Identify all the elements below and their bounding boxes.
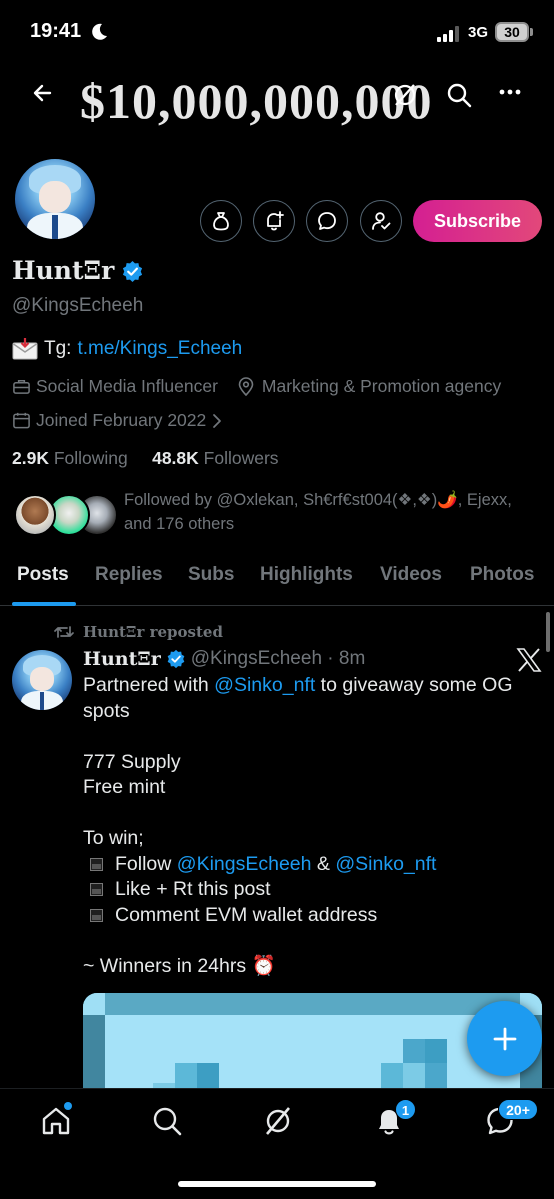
person-check-icon — [372, 212, 391, 230]
post-author-avatar[interactable] — [12, 650, 72, 710]
post-handle-time: @KingsEcheeh · 8m — [190, 648, 366, 669]
battery-nub — [530, 28, 533, 36]
repost-label[interactable]: HuntΞr reposted — [83, 623, 223, 641]
followers-count: 48.8K — [152, 448, 199, 468]
followed-by-text[interactable]: Followed by @Oxlekan, Sh€rf€st004(❖,❖)🌶️… — [124, 488, 524, 536]
profile-display-name: HuntΞr — [12, 256, 115, 285]
black-square-bullet-icon — [90, 908, 103, 922]
network-label: 3G — [468, 24, 489, 41]
compose-post-button[interactable] — [467, 1001, 542, 1076]
post-header: HuntΞr @KingsEcheeh · 8m — [83, 648, 365, 670]
calendar-icon — [13, 412, 30, 429]
tab-photos[interactable]: Photos — [470, 564, 534, 586]
search-icon[interactable] — [446, 82, 472, 108]
post-text-line: spots — [83, 699, 130, 722]
scrollbar[interactable] — [546, 612, 550, 652]
bio-telegram-link[interactable]: t.me/Kings_Echeeh — [77, 338, 242, 360]
post-text-line: ~ Winners in 24hrs ⏰ — [83, 954, 276, 977]
post-text-segment: Follow — [115, 852, 177, 875]
more-options-icon[interactable] — [498, 88, 522, 96]
header-title: $10,000,000,000 — [80, 73, 433, 129]
chevron-right-icon — [213, 413, 222, 428]
profile-tabs: Posts Replies Subs Highlights Videos Pho… — [0, 556, 554, 606]
post-text-line: Free mint — [83, 776, 166, 798]
post-author-name[interactable]: HuntΞr — [83, 648, 161, 670]
tab-replies[interactable]: Replies — [95, 564, 163, 586]
followers-label: Followers — [203, 448, 279, 468]
profile-location: Marketing & Promotion agency — [261, 376, 502, 396]
grok-icon[interactable] — [392, 82, 418, 108]
post-text-line: 777 Supply — [83, 750, 181, 773]
black-square-bullet-icon — [90, 883, 103, 896]
post-text-line: To win; — [83, 827, 144, 849]
following-count: 2.9K — [12, 448, 49, 468]
verified-badge-icon[interactable] — [121, 260, 144, 283]
notifications-badge: 1 — [395, 1099, 416, 1120]
post-text-segment: Comment EVM wallet address — [115, 903, 378, 926]
follower-avatar — [14, 494, 56, 536]
location-pin-icon — [238, 376, 254, 396]
tab-subs[interactable]: Subs — [188, 564, 234, 586]
tab-highlights[interactable]: Highlights — [260, 564, 353, 586]
followers-link[interactable]: 48.8K Followers — [152, 448, 278, 468]
subscribe-button[interactable]: Subscribe — [413, 200, 542, 242]
mention-link[interactable]: @Sinko_nft — [335, 853, 436, 875]
profile-joined: Joined February 2022 — [36, 410, 207, 430]
plus-icon — [493, 1027, 516, 1050]
home-indicator[interactable] — [178, 1181, 376, 1187]
profile-meta-row: Social Media Influencer Marketing & Prom… — [12, 376, 501, 397]
signal-bars-icon — [437, 26, 459, 42]
profile-handle: @KingsEcheeh — [12, 295, 144, 316]
bell-plus-icon — [267, 211, 284, 231]
follow-counts: 2.9K Following 48.8K Followers — [12, 448, 279, 469]
black-square-bullet-icon — [90, 857, 103, 871]
incoming-envelope-icon — [12, 338, 38, 360]
mention-link[interactable]: @KingsEcheeh — [177, 853, 312, 875]
profile-bio: Tg: t.me/Kings_Echeeh — [12, 338, 242, 360]
verified-badge-icon[interactable] — [166, 649, 186, 669]
money-bag-button[interactable] — [200, 200, 242, 242]
briefcase-icon — [13, 380, 30, 394]
messages-badge: 20+ — [498, 1099, 538, 1120]
message-button[interactable] — [306, 200, 348, 242]
tab-videos[interactable]: Videos — [380, 564, 442, 586]
profile-avatar[interactable] — [12, 156, 98, 242]
profile-category: Social Media Influencer — [36, 376, 218, 396]
following-label: Following — [53, 448, 128, 468]
status-time: 19:41 — [30, 20, 82, 42]
active-tab-indicator — [12, 602, 76, 606]
tab-posts[interactable]: Posts — [17, 564, 69, 586]
mention-link[interactable]: @Sinko_nft — [214, 674, 315, 696]
money-bag-icon — [213, 212, 229, 231]
search-icon[interactable] — [151, 1105, 183, 1137]
post-text-segment: Partnered with — [83, 674, 215, 696]
bio-prefix: Tg: — [44, 338, 72, 359]
x-logo-icon — [516, 648, 542, 672]
post-text: Partnered with @Sinko_nft to giveaway so… — [83, 673, 533, 979]
chat-bubble-icon — [318, 212, 336, 230]
following-button[interactable] — [360, 200, 402, 242]
repost-icon — [54, 626, 74, 638]
followed-by-avatars[interactable] — [14, 494, 118, 538]
post-text-segment: Like + Rt this post — [115, 878, 271, 900]
post-text-segment: & — [311, 852, 336, 875]
grok-icon[interactable] — [262, 1105, 294, 1137]
following-link[interactable]: 2.9K Following — [12, 448, 128, 468]
battery-icon: 30 — [495, 22, 529, 42]
moon-icon — [92, 23, 107, 40]
home-unread-dot — [64, 1102, 72, 1110]
post-text-segment: to giveaway some OG — [315, 674, 513, 696]
back-arrow-icon[interactable] — [30, 80, 56, 106]
notify-button[interactable] — [253, 200, 295, 242]
profile-joined-row[interactable]: Joined February 2022 — [12, 410, 223, 431]
